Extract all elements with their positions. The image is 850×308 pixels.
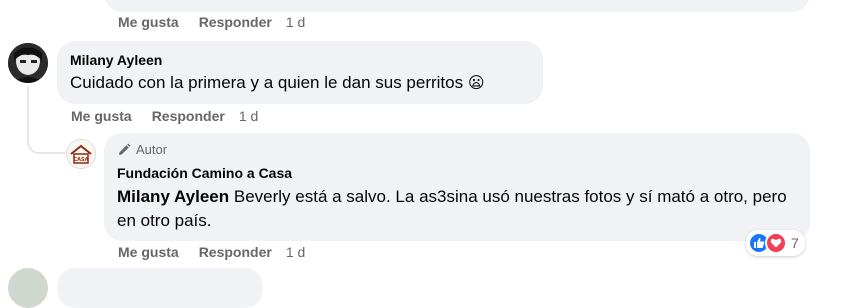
previous-comment-actions: Me gusta Responder 1 d [118,14,325,30]
reply-bubble: Autor Fundación Camino a Casa Milany Ayl… [104,133,810,241]
mention-link[interactable]: Milany Ayleen [117,187,229,206]
reply-button[interactable]: Responder [152,108,225,124]
reply-button[interactable]: Responder [199,244,272,260]
pencil-icon [119,143,131,155]
next-comment-bubble [57,268,263,308]
comment-timestamp[interactable]: 1 d [286,14,305,30]
comment-actions: Me gusta Responder 1 d [71,108,278,124]
reply-text: Milany Ayleen Beverly está a salvo. La a… [117,187,787,230]
page-avatar[interactable]: CASA [66,139,96,169]
sad-emoji-icon: 😦 [467,75,485,92]
like-button[interactable]: Me gusta [118,14,179,30]
like-button[interactable]: Me gusta [118,244,179,260]
comment-bubble: Milany Ayleen Cuidado con la primera y a… [57,41,543,104]
reply-author[interactable]: Fundación Camino a Casa [117,165,292,181]
comment-text: Cuidado con la primera y a quien le dan … [70,73,485,92]
camino-a-casa-logo-icon: CASA [67,140,95,168]
previous-comment-bubble [104,0,810,12]
reply-timestamp[interactable]: 1 d [286,244,305,260]
comment-timestamp[interactable]: 1 d [239,108,258,124]
like-button[interactable]: Me gusta [71,108,132,124]
reply-actions: Me gusta Responder 1 d [118,244,325,260]
next-comment-avatar [8,268,48,308]
svg-text:CASA: CASA [73,157,88,163]
profile-photo-icon [8,43,48,83]
reply-button[interactable]: Responder [199,14,272,30]
reaction-summary[interactable]: 7 [746,230,805,256]
comment-author[interactable]: Milany Ayleen [70,52,162,68]
reaction-count: 7 [791,235,799,251]
love-reaction-icon [765,232,787,254]
avatar[interactable] [8,43,48,83]
author-badge: Autor [117,142,167,157]
